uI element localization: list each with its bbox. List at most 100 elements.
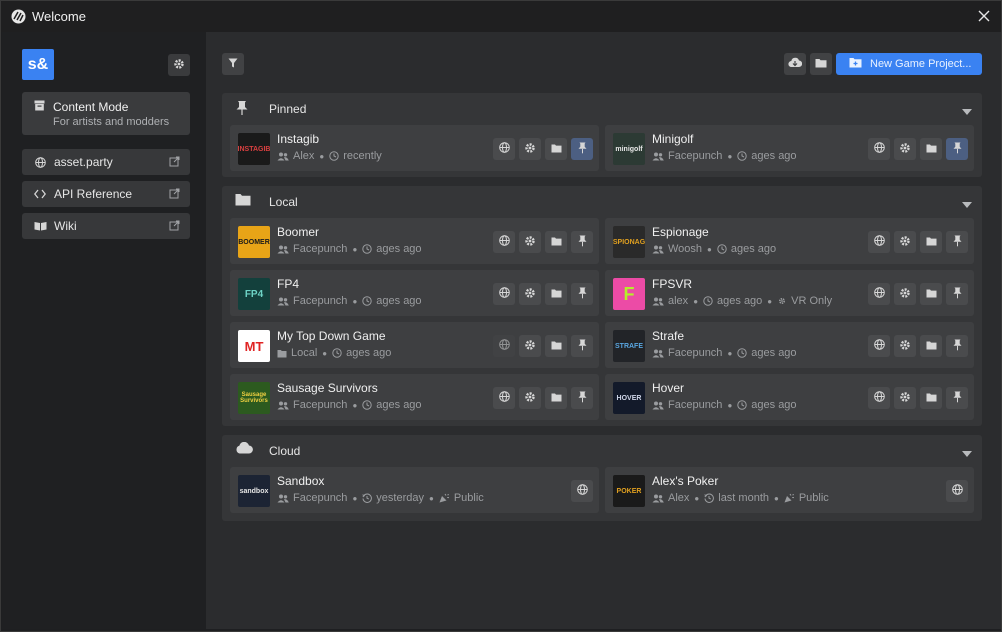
open-folder-button[interactable] <box>920 335 942 357</box>
project-card-boomer[interactable]: BOOMER Boomer Facepunch ● ages ago <box>230 218 599 264</box>
publish-button[interactable] <box>868 283 890 305</box>
pin-button[interactable] <box>571 138 593 160</box>
pinned-section-label: Pinned <box>269 102 307 116</box>
project-card-sandbox[interactable]: sandbox Sandbox Facepunch ● yesterday ● Public <box>230 467 599 513</box>
project-name: FP4 <box>277 277 300 291</box>
project-settings-button[interactable] <box>519 231 541 253</box>
project-settings-button[interactable] <box>894 387 916 409</box>
project-actions <box>864 231 968 253</box>
wiki-link[interactable]: Wiki <box>22 213 190 239</box>
content-mode-button[interactable]: Content Mode For artists and modders <box>22 92 190 135</box>
pin-button[interactable] <box>946 138 968 160</box>
publish-button[interactable] <box>868 387 890 409</box>
publish-button[interactable] <box>493 283 515 305</box>
project-thumbnail: HOVER <box>613 382 645 414</box>
open-folder-button[interactable] <box>920 387 942 409</box>
open-folder-button[interactable] <box>545 387 567 409</box>
project-actions <box>567 480 593 502</box>
project-card-instagib[interactable]: INSTAGIB Instagib Alex ● recently <box>230 125 599 171</box>
publish-button[interactable] <box>868 138 890 160</box>
pin-button[interactable] <box>946 283 968 305</box>
clock-icon <box>332 348 342 358</box>
globe-icon <box>951 484 963 498</box>
local-section-header[interactable]: Local <box>222 186 982 216</box>
title-bar: Welcome <box>1 1 1001 32</box>
project-card-hover[interactable]: HOVER Hover Facepunch ● ages ago <box>605 374 974 420</box>
chevron-down-icon[interactable] <box>962 197 972 211</box>
chevron-down-icon[interactable] <box>962 104 972 118</box>
close-icon[interactable] <box>975 7 993 25</box>
project-settings-button[interactable] <box>519 138 541 160</box>
open-folder-button[interactable] <box>545 231 567 253</box>
publish-button[interactable] <box>493 335 515 357</box>
users-icon <box>652 401 664 410</box>
project-card-espionage[interactable]: ESPIONAGE Espionage Woosh ● ages ago <box>605 218 974 264</box>
cloud-download-button[interactable] <box>784 53 806 75</box>
project-card-fp4[interactable]: FP4 FP4 Facepunch ● ages ago <box>230 270 599 316</box>
new-game-project-button[interactable]: New Game Project... <box>836 53 982 75</box>
globe-icon <box>873 235 885 249</box>
meta-separator: ● <box>693 296 699 306</box>
settings-button[interactable] <box>168 54 190 76</box>
pin-button[interactable] <box>946 387 968 409</box>
project-card-alex-s-poker[interactable]: POKER Alex's Poker Alex ● last month ● Public <box>605 467 974 513</box>
project-card-strafe[interactable]: STRAFE Strafe Facepunch ● ages ago <box>605 322 974 368</box>
project-thumbnail: BOOMER <box>238 226 270 258</box>
pin-button[interactable] <box>946 231 968 253</box>
pin-icon <box>578 391 587 406</box>
project-card-minigolf[interactable]: minigolf Minigolf Facepunch ● ages ago <box>605 125 974 171</box>
project-card-fpsvr[interactable]: F FPSVR alex ● ages ago ● VR Only <box>605 270 974 316</box>
publish-button[interactable] <box>946 480 968 502</box>
open-folder-button[interactable] <box>920 283 942 305</box>
pin-button[interactable] <box>571 335 593 357</box>
publish-button[interactable] <box>868 231 890 253</box>
open-folder-button[interactable] <box>545 138 567 160</box>
open-folder-button[interactable] <box>545 283 567 305</box>
project-card-sausage-survivors[interactable]: Sausage Survivors Sausage Survivors Facepu… <box>230 374 599 420</box>
meta-text: Alex <box>668 492 690 504</box>
meta-text: alex <box>668 295 689 307</box>
project-settings-button[interactable] <box>519 387 541 409</box>
folder-icon <box>551 235 562 249</box>
pinned-section-header[interactable]: Pinned <box>222 93 982 123</box>
publish-button[interactable] <box>493 387 515 409</box>
open-folder-button[interactable] <box>920 231 942 253</box>
pin-button[interactable] <box>571 387 593 409</box>
project-thumbnail: sandbox <box>238 475 270 507</box>
meta-text: ages ago <box>717 295 763 307</box>
chevron-down-icon[interactable] <box>962 446 972 460</box>
project-card-my-top-down-game[interactable]: MT My Top Down Game Local ● ages ago <box>230 322 599 368</box>
pin-button[interactable] <box>571 283 593 305</box>
pin-button[interactable] <box>946 335 968 357</box>
publish-button[interactable] <box>868 335 890 357</box>
open-folder-button[interactable] <box>920 138 942 160</box>
folder-icon <box>551 339 562 353</box>
asset-party-link[interactable]: asset.party <box>22 149 190 175</box>
open-folder-button[interactable] <box>545 335 567 357</box>
project-name: Hover <box>652 381 685 395</box>
project-settings-button[interactable] <box>894 231 916 253</box>
project-thumbnail: F <box>613 278 645 310</box>
project-settings-button[interactable] <box>519 283 541 305</box>
pin-button[interactable] <box>571 231 593 253</box>
clock-icon <box>362 244 372 254</box>
project-settings-button[interactable] <box>519 335 541 357</box>
meta-separator: ● <box>428 493 434 503</box>
project-settings-button[interactable] <box>894 335 916 357</box>
open-folder-button[interactable] <box>810 53 832 75</box>
folder-icon <box>235 193 251 209</box>
meta-separator: ● <box>707 244 712 254</box>
filter-button[interactable] <box>222 53 244 75</box>
project-settings-button[interactable] <box>894 283 916 305</box>
publish-button[interactable] <box>493 231 515 253</box>
folder-icon <box>277 349 287 358</box>
publish-button[interactable] <box>493 138 515 160</box>
local-section-label: Local <box>269 195 298 209</box>
cloud-section-header[interactable]: Cloud <box>222 435 982 465</box>
project-settings-button[interactable] <box>894 138 916 160</box>
api-reference-link[interactable]: API Reference <box>22 181 190 207</box>
window-title: Welcome <box>32 9 86 24</box>
sidebar: s& Content Mode For artists and modders … <box>2 32 206 629</box>
publish-button[interactable] <box>571 480 593 502</box>
project-meta: Facepunch ● ages ago <box>277 399 422 411</box>
